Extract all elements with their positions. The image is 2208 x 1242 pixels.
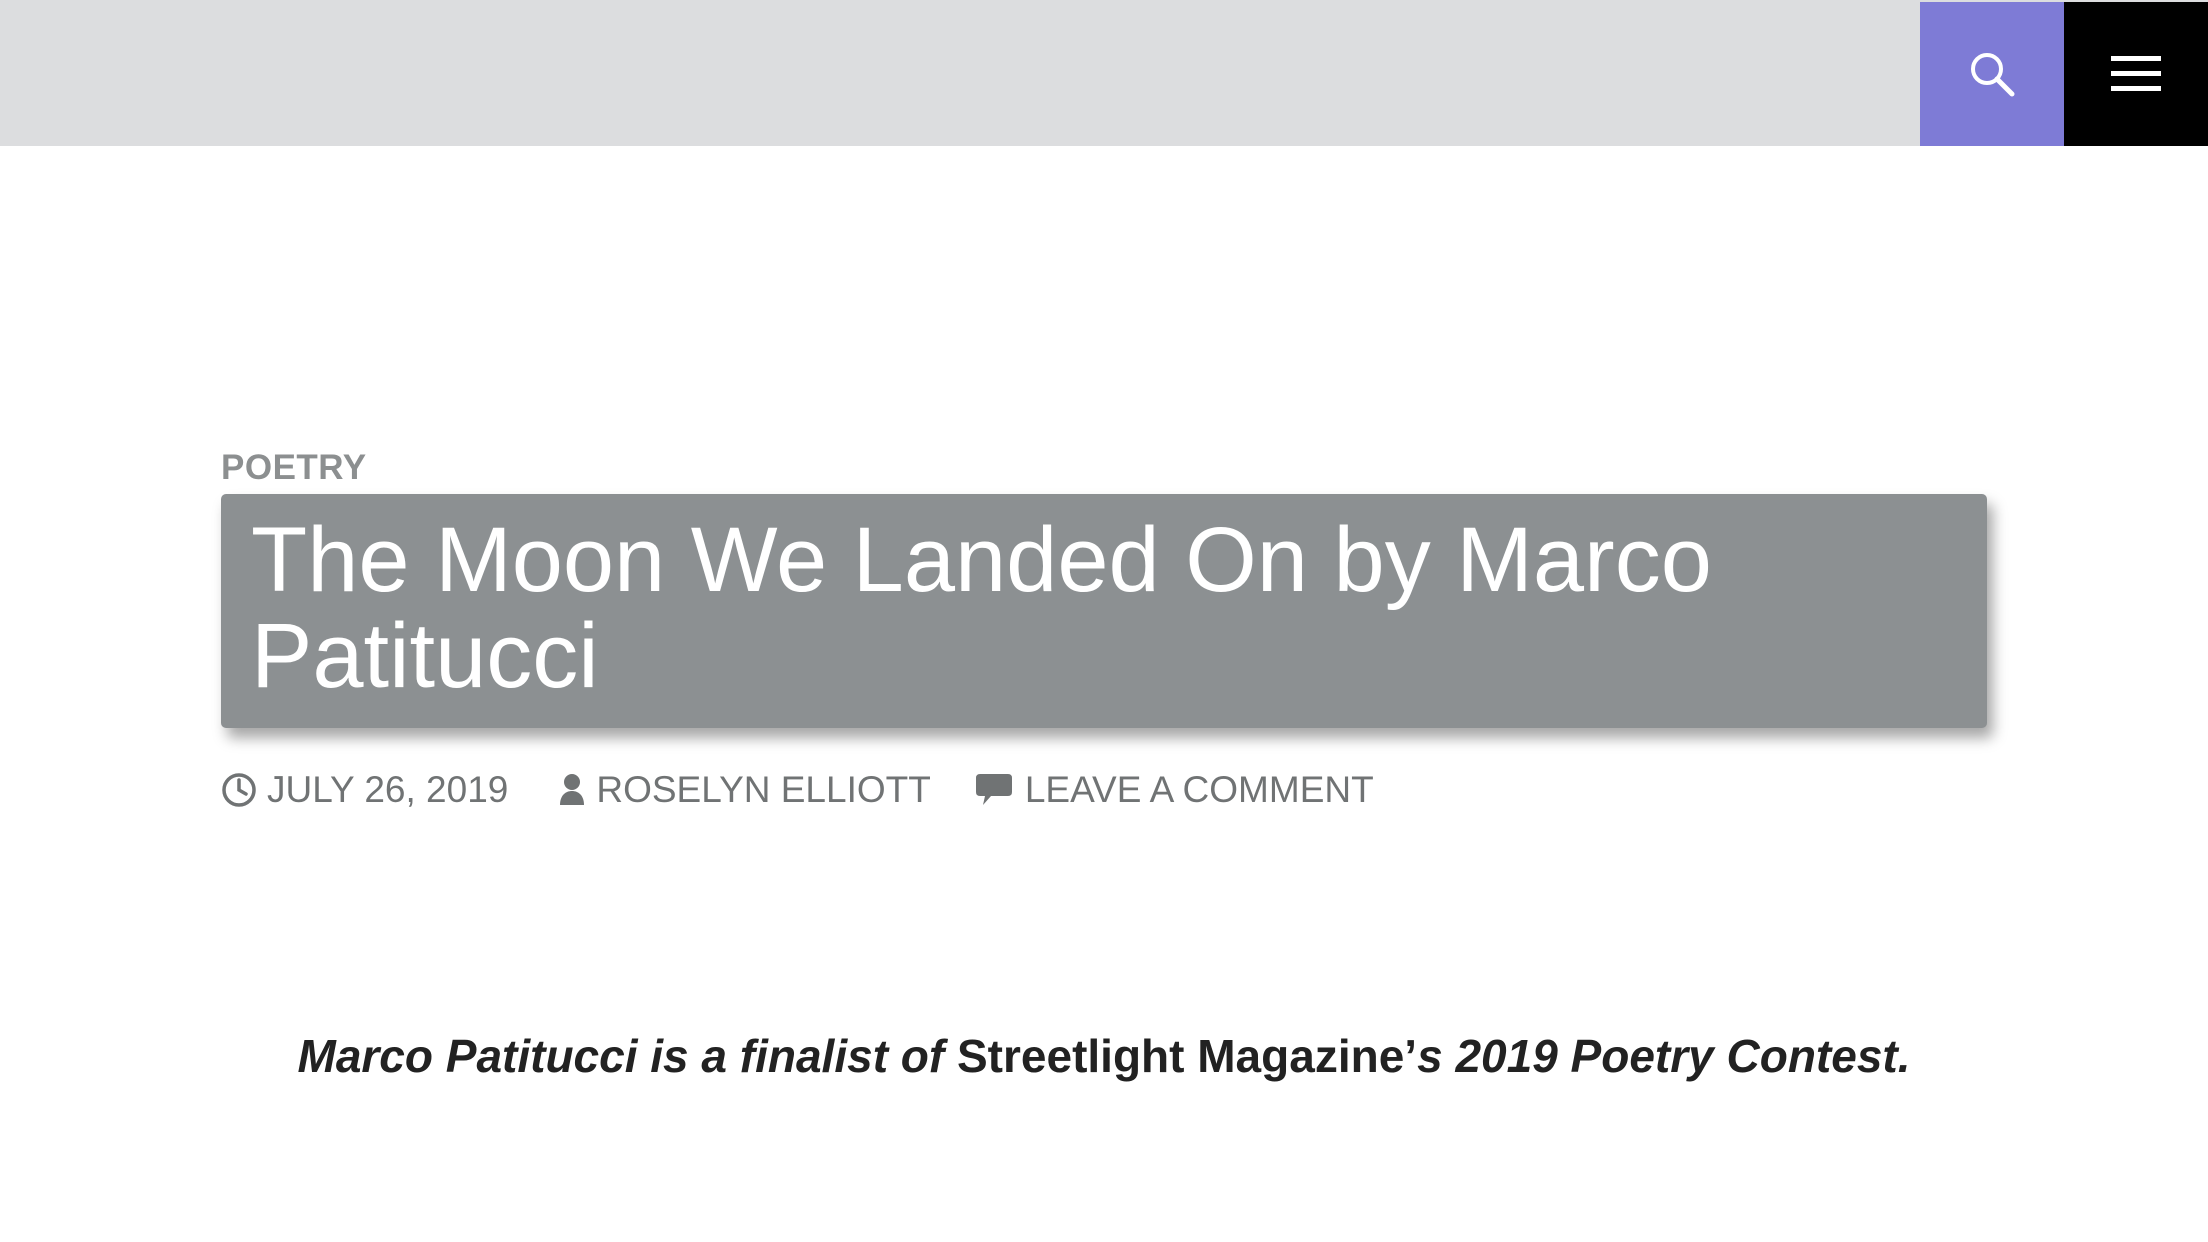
leave-comment-link[interactable]: LEAVE A COMMENT: [975, 769, 1374, 811]
category-link[interactable]: POETRY: [221, 448, 367, 488]
post-date: JULY 26, 2019: [267, 769, 509, 810]
intro-magazine-name: Streetlight Magazine’: [957, 1030, 1418, 1082]
leave-comment-label: LEAVE A COMMENT: [1024, 769, 1374, 810]
intro-text-part1: Marco Patitucci is a finalist of: [297, 1030, 945, 1082]
hamburger-menu-icon: [2111, 56, 2161, 91]
menu-button[interactable]: [2064, 2, 2208, 146]
post-title-box: The Moon We Landed On by Marco Patitucci: [221, 494, 1987, 728]
search-icon: [1971, 53, 2015, 97]
post-author-link[interactable]: ROSELYN ELLIOTT: [558, 769, 931, 811]
post-meta: JULY 26, 2019 ROSELYN ELLIOTT LEAVE A CO…: [221, 766, 1374, 814]
search-button[interactable]: [1920, 2, 2064, 146]
comment-icon: [975, 774, 1012, 805]
post-intro: Marco Patitucci is a finalist of Streetl…: [0, 1029, 2208, 1083]
post-author: ROSELYN ELLIOTT: [596, 769, 931, 810]
user-icon: [560, 774, 585, 805]
clock-icon: [222, 773, 256, 807]
site-header: [0, 0, 2208, 146]
post-title: The Moon We Landed On by Marco Patitucci: [251, 509, 1712, 707]
post-date-link[interactable]: JULY 26, 2019: [221, 769, 508, 811]
intro-text-part3: s 2019 Poetry Contest.: [1417, 1030, 1911, 1082]
